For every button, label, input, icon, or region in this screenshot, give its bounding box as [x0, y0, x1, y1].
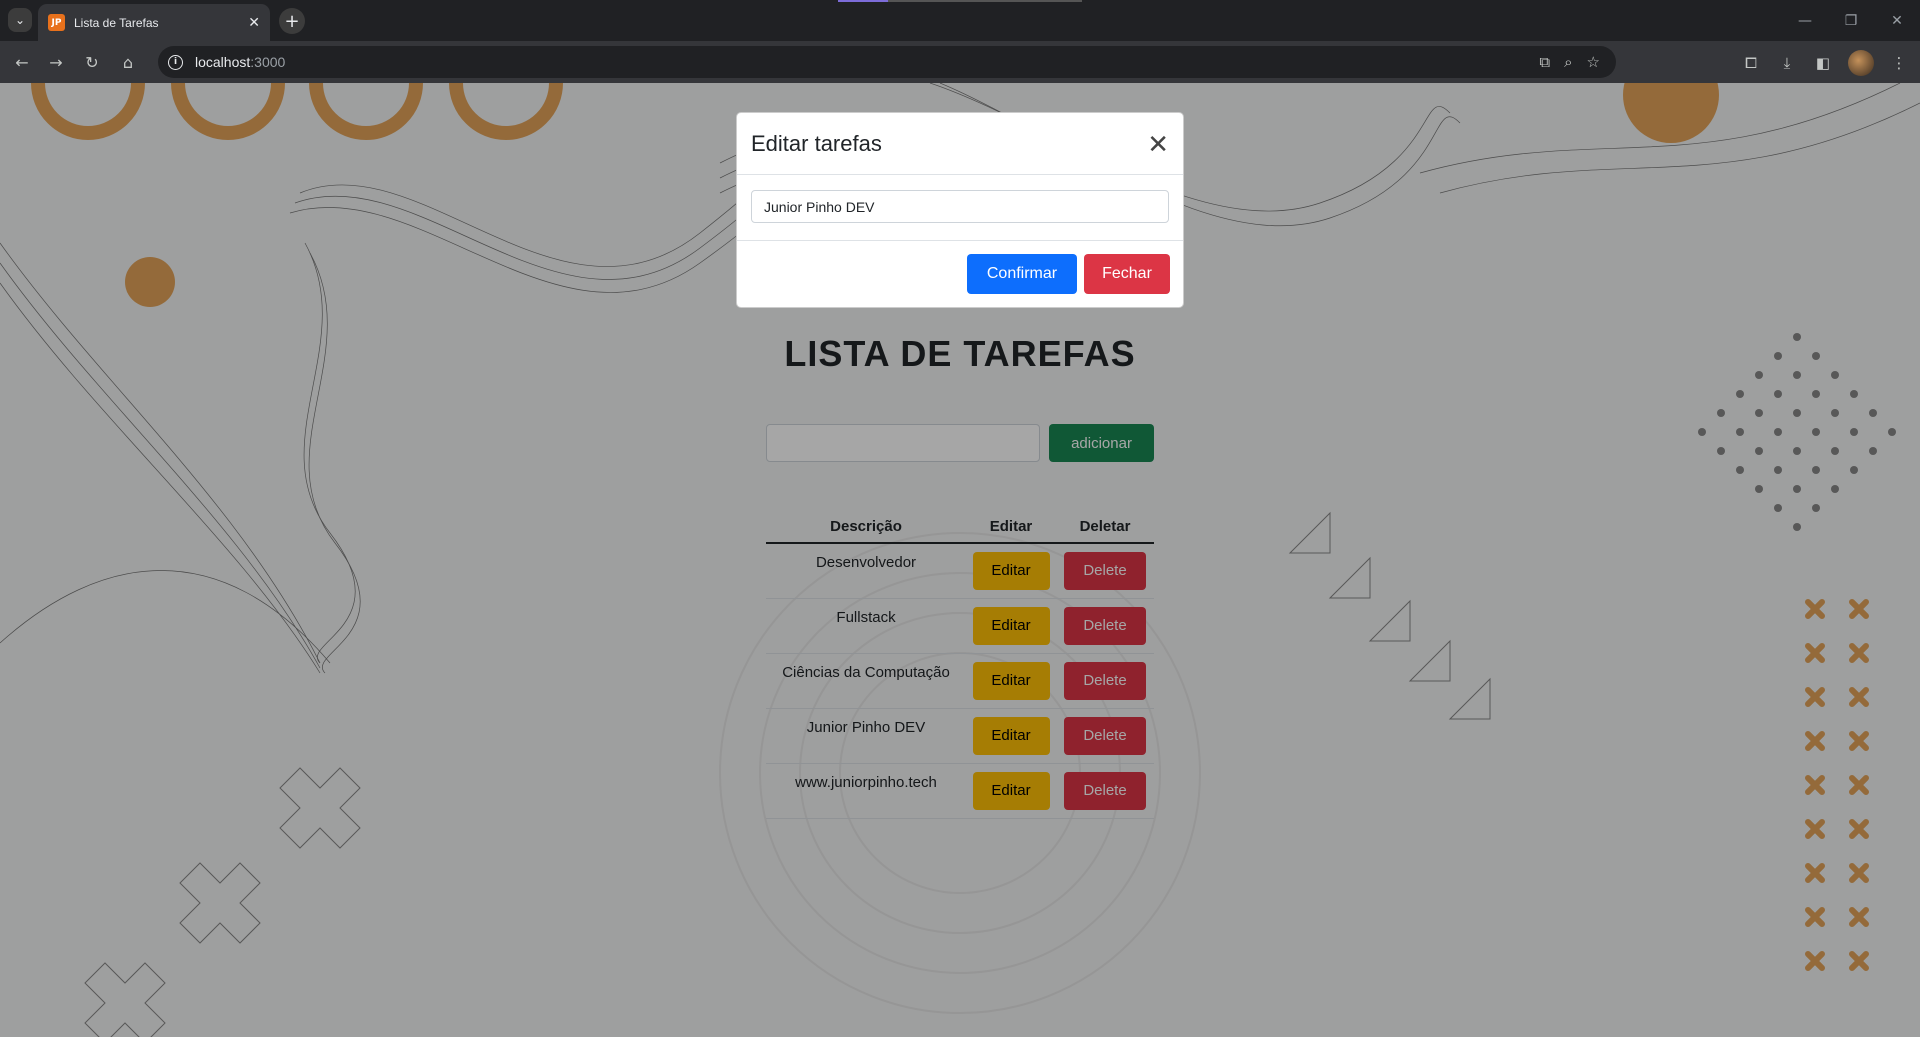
modal-close-icon[interactable]: ✕ [1147, 131, 1169, 157]
browser-tab[interactable]: JP Lista de Tarefas ✕ [38, 4, 270, 41]
modal-footer: Confirmar Fechar [737, 241, 1183, 307]
forward-arrow-icon[interactable]: → [44, 50, 68, 74]
profile-avatar[interactable] [1848, 50, 1874, 76]
window-close-icon[interactable]: ✕ [1874, 0, 1920, 41]
tab-close-icon[interactable]: ✕ [248, 15, 260, 31]
site-info-icon[interactable]: i [168, 54, 183, 70]
extensions-puzzle-icon[interactable]: ⧠ [1740, 54, 1762, 72]
modal-header: Editar tarefas ✕ [737, 113, 1183, 175]
reload-icon[interactable]: ↻ [80, 50, 104, 74]
window-controls: — ❐ ✕ [1782, 0, 1920, 41]
loading-indicator [838, 0, 1082, 2]
downloads-icon[interactable]: ⤓ [1776, 54, 1798, 72]
address-bar[interactable]: i localhost:3000 ⧉ ⌕ ☆ [158, 46, 1616, 78]
bookmark-star-icon[interactable]: ☆ [1587, 53, 1600, 71]
browser-menu-icon[interactable]: ⋮ [1888, 54, 1910, 72]
browser-tab-strip: ⌄ JP Lista de Tarefas ✕ + — ❐ ✕ [0, 0, 1920, 41]
tab-search-chevron-icon[interactable]: ⌄ [8, 8, 32, 32]
home-icon[interactable]: ⌂ [116, 50, 140, 74]
zoom-icon[interactable]: ⌕ [1564, 53, 1572, 71]
minimize-icon[interactable]: — [1782, 0, 1828, 41]
confirm-button[interactable]: Confirmar [967, 254, 1077, 294]
side-panel-icon[interactable]: ◧ [1812, 54, 1834, 72]
new-tab-plus-icon[interactable]: + [279, 8, 305, 34]
url-text: localhost:3000 [195, 54, 286, 70]
edit-task-modal: Editar tarefas ✕ Confirmar Fechar [736, 112, 1184, 308]
edit-task-input[interactable] [751, 190, 1169, 223]
browser-toolbar: ← → ↻ ⌂ i localhost:3000 ⧉ ⌕ ☆ ⧠ ⤓ ◧ ⋮ [0, 41, 1920, 83]
modal-body [737, 175, 1183, 241]
tab-title: Lista de Tarefas [74, 15, 159, 30]
modal-title: Editar tarefas [751, 130, 882, 156]
close-modal-button[interactable]: Fechar [1084, 254, 1170, 294]
favicon-icon: JP [48, 14, 65, 31]
back-arrow-icon[interactable]: ← [10, 50, 34, 74]
install-app-icon[interactable]: ⧉ [1539, 53, 1550, 71]
restore-icon[interactable]: ❐ [1828, 0, 1874, 41]
